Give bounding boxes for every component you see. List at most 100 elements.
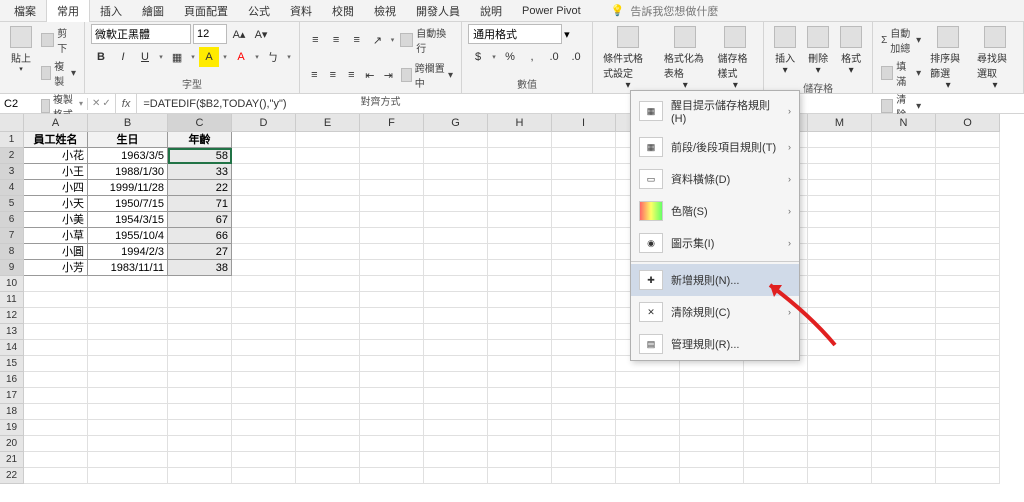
cell-C12[interactable]	[168, 308, 232, 324]
cell-G5[interactable]	[424, 196, 488, 212]
cell-O4[interactable]	[936, 180, 1000, 196]
cell-F22[interactable]	[360, 468, 424, 484]
number-format-select[interactable]	[468, 24, 562, 44]
cell-M7[interactable]	[808, 228, 872, 244]
border-button[interactable]: ▦	[167, 47, 187, 67]
cell-E5[interactable]	[296, 196, 360, 212]
cell-A3[interactable]: 小王	[24, 164, 88, 180]
cell-B5[interactable]: 1950/7/15	[88, 196, 168, 212]
cell-O20[interactable]	[936, 436, 1000, 452]
cell-C18[interactable]	[168, 404, 232, 420]
col-header-H[interactable]: H	[488, 114, 552, 132]
tab-公式[interactable]: 公式	[238, 0, 280, 22]
cell-N3[interactable]	[872, 164, 936, 180]
cell-F20[interactable]	[360, 436, 424, 452]
cell-E6[interactable]	[296, 212, 360, 228]
cell-A20[interactable]	[24, 436, 88, 452]
indent-increase-button[interactable]: ⇥	[380, 65, 397, 85]
row-header-16[interactable]: 16	[0, 372, 24, 388]
cell-A5[interactable]: 小天	[24, 196, 88, 212]
cell-H5[interactable]	[488, 196, 552, 212]
cell-C10[interactable]	[168, 276, 232, 292]
cell-E7[interactable]	[296, 228, 360, 244]
cell-N4[interactable]	[872, 180, 936, 196]
tab-頁面配置[interactable]: 頁面配置	[174, 0, 238, 22]
highlight-rules-item[interactable]: ▦醒目提示儲存格規則(H)›	[631, 91, 799, 131]
wrap-text-button[interactable]: 自動換行	[398, 24, 455, 56]
tab-檢視[interactable]: 檢視	[364, 0, 406, 22]
cell-E21[interactable]	[296, 452, 360, 468]
cell-D11[interactable]	[232, 292, 296, 308]
autosum-button[interactable]: Σ 自動加總 ▾	[879, 24, 923, 56]
cell-A4[interactable]: 小四	[24, 180, 88, 196]
cell-D20[interactable]	[232, 436, 296, 452]
italic-button[interactable]: I	[113, 47, 133, 67]
align-left-button[interactable]: ≡	[306, 65, 323, 85]
insert-cells-button[interactable]: 插入▾	[770, 24, 800, 78]
cell-N7[interactable]	[872, 228, 936, 244]
cell-I21[interactable]	[552, 452, 616, 468]
cell-C7[interactable]: 66	[168, 228, 232, 244]
cell-C5[interactable]: 71	[168, 196, 232, 212]
cell-B13[interactable]	[88, 324, 168, 340]
cell-F17[interactable]	[360, 388, 424, 404]
cell-I15[interactable]	[552, 356, 616, 372]
font-size-select[interactable]	[193, 24, 227, 44]
row-header-4[interactable]: 4	[0, 180, 24, 196]
cell-B20[interactable]	[88, 436, 168, 452]
cell-M19[interactable]	[808, 420, 872, 436]
cell-O6[interactable]	[936, 212, 1000, 228]
cell-M3[interactable]	[808, 164, 872, 180]
cell-A12[interactable]	[24, 308, 88, 324]
cell-H1[interactable]	[488, 132, 552, 148]
cell-I19[interactable]	[552, 420, 616, 436]
new-rule-item[interactable]: ✚新增規則(N)...	[631, 264, 799, 296]
tab-檔案[interactable]: 檔案	[4, 0, 46, 22]
cell-C15[interactable]	[168, 356, 232, 372]
cell-K22[interactable]	[680, 468, 744, 484]
cell-D6[interactable]	[232, 212, 296, 228]
cell-H3[interactable]	[488, 164, 552, 180]
merge-center-button[interactable]: 跨欄置中 ▾	[399, 59, 455, 91]
cell-D13[interactable]	[232, 324, 296, 340]
cell-M21[interactable]	[808, 452, 872, 468]
fill-color-dropdown[interactable]: ▾	[221, 47, 229, 67]
row-header-1[interactable]: 1	[0, 132, 24, 148]
cell-I18[interactable]	[552, 404, 616, 420]
cell-A7[interactable]: 小草	[24, 228, 88, 244]
cell-O16[interactable]	[936, 372, 1000, 388]
row-header-7[interactable]: 7	[0, 228, 24, 244]
cell-D3[interactable]	[232, 164, 296, 180]
cell-E20[interactable]	[296, 436, 360, 452]
cell-O2[interactable]	[936, 148, 1000, 164]
cell-I6[interactable]	[552, 212, 616, 228]
cell-N17[interactable]	[872, 388, 936, 404]
cell-O14[interactable]	[936, 340, 1000, 356]
cell-F4[interactable]	[360, 180, 424, 196]
cell-H12[interactable]	[488, 308, 552, 324]
cell-F11[interactable]	[360, 292, 424, 308]
cell-I22[interactable]	[552, 468, 616, 484]
cell-L16[interactable]	[744, 372, 808, 388]
row-header-22[interactable]: 22	[0, 468, 24, 484]
cell-I4[interactable]	[552, 180, 616, 196]
delete-cells-button[interactable]: 刪除▾	[803, 24, 833, 78]
cell-O9[interactable]	[936, 260, 1000, 276]
cell-E8[interactable]	[296, 244, 360, 260]
cell-H20[interactable]	[488, 436, 552, 452]
cell-H18[interactable]	[488, 404, 552, 420]
cell-C3[interactable]: 33	[168, 164, 232, 180]
tab-校閱[interactable]: 校閱	[322, 0, 364, 22]
row-header-13[interactable]: 13	[0, 324, 24, 340]
cell-M5[interactable]	[808, 196, 872, 212]
increase-decimal-button[interactable]: .0	[544, 47, 564, 67]
row-header-3[interactable]: 3	[0, 164, 24, 180]
cell-G21[interactable]	[424, 452, 488, 468]
color-scales-item[interactable]: 色階(S)›	[631, 195, 799, 227]
phonetic-dropdown[interactable]: ▾	[285, 47, 293, 67]
cell-M4[interactable]	[808, 180, 872, 196]
cell-A9[interactable]: 小芳	[24, 260, 88, 276]
cell-H15[interactable]	[488, 356, 552, 372]
cell-G7[interactable]	[424, 228, 488, 244]
cell-G12[interactable]	[424, 308, 488, 324]
